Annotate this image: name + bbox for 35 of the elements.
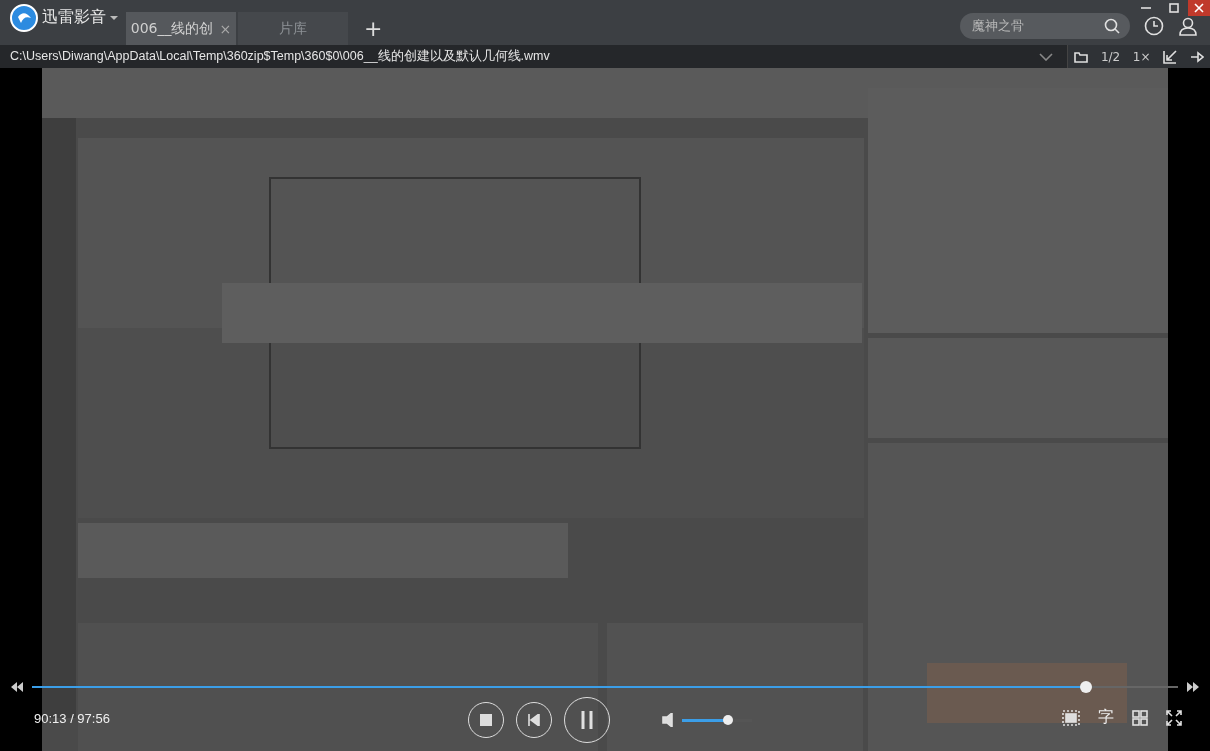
minimize-icon: [1141, 7, 1151, 9]
clock-icon[interactable]: [1144, 16, 1164, 36]
file-path: C:\Users\Diwang\AppData\Local\Temp\360zip$Temp\360$0\006__线的创建以及默认几何线.wmv: [9, 48, 550, 65]
app-name: 迅雷影音: [42, 7, 106, 28]
shrink-icon[interactable]: [1163, 49, 1178, 64]
close-button[interactable]: [1188, 0, 1210, 16]
chevron-down-icon[interactable]: [1039, 52, 1053, 61]
search-icon[interactable]: [1104, 18, 1120, 34]
logo-icon: [10, 3, 38, 32]
playback-time: 90:13 / 97:56: [34, 711, 110, 726]
close-icon: [1194, 3, 1204, 13]
maximize-icon: [1169, 3, 1179, 13]
folder-icon[interactable]: [1074, 50, 1089, 63]
user-icon[interactable]: [1178, 16, 1198, 36]
tab-label: 片库: [279, 19, 307, 38]
previous-icon: [528, 714, 540, 726]
fullscreen-icon[interactable]: [1166, 709, 1182, 726]
half-size-button[interactable]: 1/2: [1100, 49, 1121, 64]
search-field[interactable]: 魔神之骨: [960, 13, 1130, 39]
volume-thumb[interactable]: [722, 715, 733, 725]
tab-close-button[interactable]: ×: [219, 20, 232, 37]
subtitle-button[interactable]: 字: [1098, 707, 1114, 728]
stop-icon: [480, 714, 492, 726]
tab[interactable]: 006__线的创 ×: [126, 12, 236, 45]
screenshot-icon[interactable]: [1062, 709, 1080, 726]
pause-icon: [580, 711, 594, 729]
fast-forward-icon[interactable]: [1186, 682, 1200, 692]
tab[interactable]: 片库: [238, 12, 348, 45]
rewind-icon[interactable]: [10, 682, 24, 692]
grid-icon[interactable]: [1132, 709, 1148, 726]
caret-icon[interactable]: [110, 14, 118, 21]
new-tab-button[interactable]: +: [350, 12, 397, 45]
speed-button[interactable]: 1×: [1132, 49, 1151, 64]
tab-label: 006__线的创: [130, 19, 214, 38]
progress-thumb[interactable]: [1080, 681, 1093, 693]
